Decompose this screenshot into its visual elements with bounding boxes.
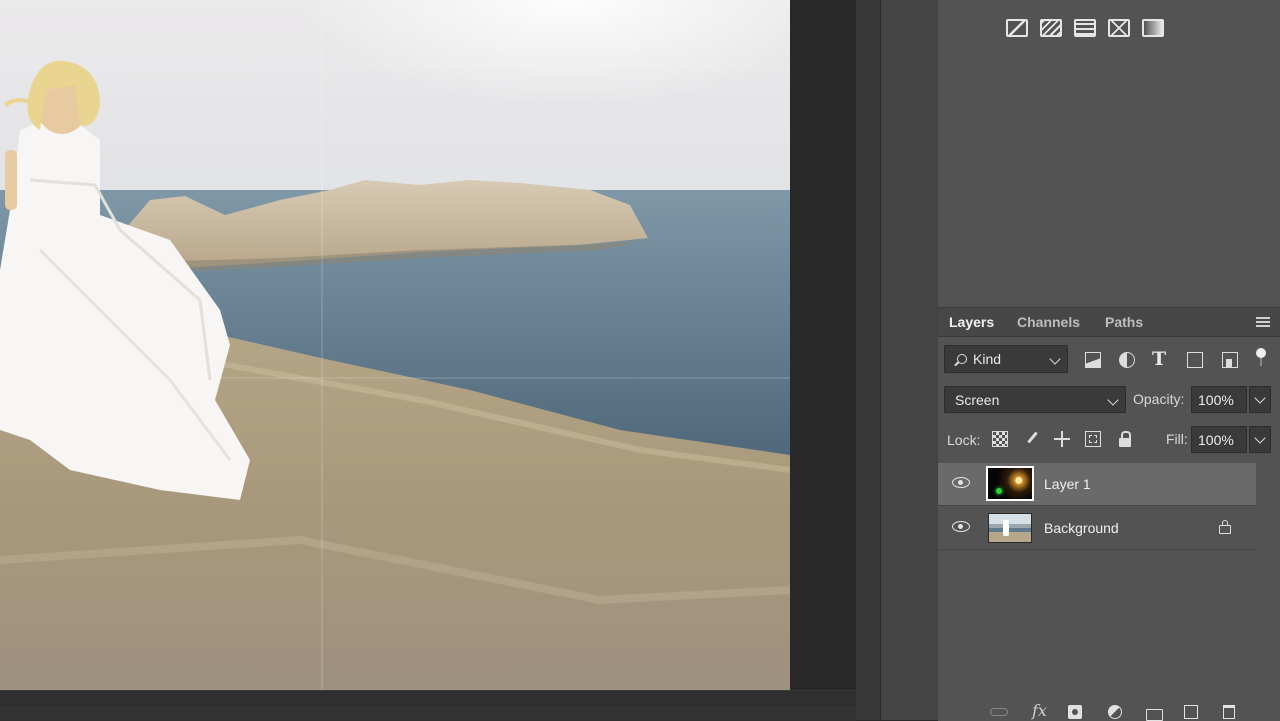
delete-layer-icon[interactable]: [1223, 705, 1235, 719]
canvas-area[interactable]: [0, 0, 856, 721]
layer-row-layer-1[interactable]: Layer 1: [938, 463, 1256, 506]
layer-thumbnail: [988, 513, 1032, 543]
selective-color-icon[interactable]: [1108, 19, 1130, 37]
lock-all-icon[interactable]: [1117, 431, 1133, 447]
document-canvas[interactable]: [0, 0, 790, 690]
chevron-down-icon: [1049, 353, 1061, 365]
layer-filter-dropdown[interactable]: Kind: [944, 345, 1068, 373]
horizontal-scrollbar[interactable]: [0, 706, 856, 720]
visibility-eye-icon[interactable]: [952, 477, 970, 488]
opacity-slider-toggle[interactable]: [1249, 386, 1271, 413]
fill-slider-toggle[interactable]: [1249, 426, 1271, 453]
invert-icon[interactable]: [1006, 19, 1028, 37]
right-panels: Layers Channels Paths Kind T Screen Opac…: [938, 0, 1280, 721]
smart-object-filter-icon[interactable]: [1222, 352, 1238, 368]
layers-panel: Layers Channels Paths Kind T Screen Opac…: [938, 307, 1280, 721]
blend-mode-value: Screen: [955, 392, 1000, 408]
lock-icon: [1219, 520, 1231, 534]
collapsed-panel-dock[interactable]: [880, 0, 939, 720]
layer-thumbnail: [986, 466, 1034, 501]
layer-name: Background: [1044, 520, 1119, 536]
chevron-down-icon: [1107, 394, 1119, 406]
pixel-layer-filter-icon[interactable]: [1085, 352, 1101, 368]
blend-mode-dropdown[interactable]: Screen: [944, 386, 1126, 413]
threshold-icon[interactable]: [1074, 19, 1096, 37]
lock-transparent-pixels-icon[interactable]: [992, 431, 1008, 447]
panel-menu-icon[interactable]: [1256, 317, 1270, 327]
new-layer-icon[interactable]: [1184, 705, 1198, 719]
opacity-input[interactable]: 100%: [1191, 386, 1247, 413]
adjustment-layer-filter-icon[interactable]: [1119, 352, 1135, 368]
photo-image: [0, 0, 790, 690]
layer-name: Layer 1: [1044, 476, 1091, 492]
panel-gutter: [856, 0, 880, 720]
tab-layers[interactable]: Layers: [940, 308, 1003, 336]
new-group-icon[interactable]: [1146, 709, 1163, 721]
new-adjustment-layer-icon[interactable]: [1108, 705, 1122, 719]
lock-label: Lock:: [947, 432, 981, 448]
layer-filter-label: Kind: [973, 351, 1002, 367]
shape-layer-filter-icon[interactable]: [1187, 352, 1203, 368]
tab-channels[interactable]: Channels: [1017, 314, 1080, 330]
layers-panel-footer: fx: [938, 697, 1280, 721]
search-icon: [957, 354, 967, 364]
lock-artboard-icon[interactable]: [1085, 431, 1101, 447]
fill-input[interactable]: 100%: [1191, 426, 1247, 453]
lock-image-pixels-icon[interactable]: [1024, 431, 1040, 447]
add-mask-icon[interactable]: [1068, 705, 1082, 719]
adjustments-panel: [938, 0, 1280, 305]
link-layers-icon[interactable]: [990, 708, 1008, 716]
filter-toggle-switch[interactable]: [1256, 348, 1266, 366]
tab-paths[interactable]: Paths: [1105, 314, 1143, 330]
visibility-eye-icon[interactable]: [952, 521, 970, 532]
lock-position-icon[interactable]: [1054, 431, 1070, 447]
layer-row-background[interactable]: Background: [938, 507, 1256, 550]
posterize-icon[interactable]: [1040, 19, 1062, 37]
fill-label: Fill:: [1166, 431, 1188, 447]
opacity-label: Opacity:: [1133, 391, 1185, 407]
type-layer-filter-icon[interactable]: T: [1152, 348, 1168, 370]
gradient-map-icon[interactable]: [1142, 19, 1164, 37]
fx-icon[interactable]: fx: [1032, 701, 1047, 720]
panel-tabs: Layers Channels Paths: [938, 308, 1280, 337]
